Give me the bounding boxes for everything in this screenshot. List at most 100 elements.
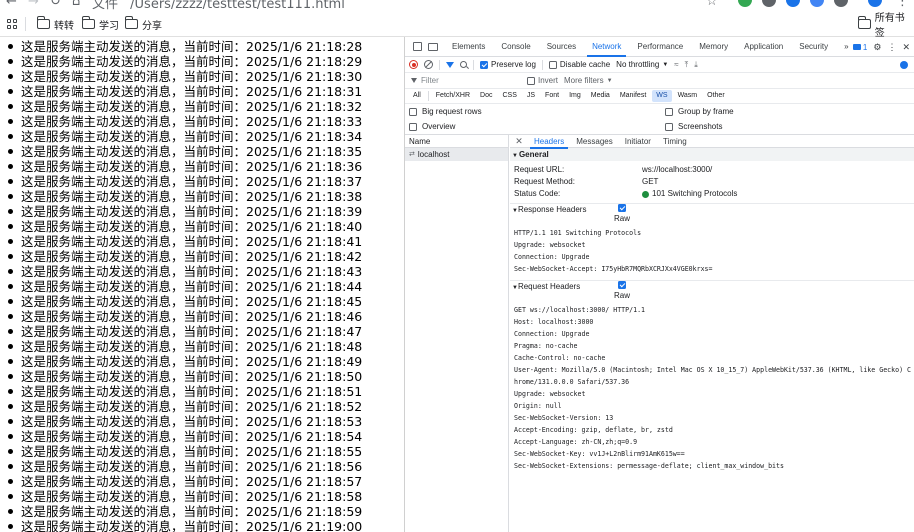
big-request-rows-label: Big request rows [422,107,482,116]
type-filter-doc[interactable]: Doc [476,90,496,102]
browser-menu-icon[interactable]: ⋮ [896,0,909,9]
bookmark-folder-share[interactable]: 分享 [124,16,162,32]
preserve-log-checkbox[interactable]: Preserve log [480,60,536,69]
type-filter-css[interactable]: CSS [498,90,520,102]
device-toolbar-icon[interactable] [428,42,438,51]
status-code-label: Status Code: [514,189,561,198]
devtools-actions: 1 ⚙ ⋮ ✕ [852,37,910,57]
bookmark-folder-study[interactable]: 学习 [81,16,119,32]
network-conditions-icon[interactable]: ≈ [674,60,678,69]
message-item: 这是服务端主动发送的消息，当前时间：2025/1/6 21:19:00 [0,519,404,532]
bookmark-label: 分享 [142,20,162,32]
bookmark-label: 转转 [54,20,74,32]
folder-icon [857,16,871,29]
record-icon[interactable] [409,60,418,69]
type-filter-ws[interactable]: WS [652,90,672,102]
request-raw-toggle[interactable]: Raw [614,281,630,300]
back-icon[interactable]: ← [6,0,17,9]
extension-blue-icon[interactable] [786,0,800,7]
settings-gear-icon[interactable]: ⚙ [873,42,881,53]
devtools-tab-elements[interactable]: Elements [444,37,493,57]
extensions-puzzle-icon[interactable] [834,0,848,7]
message-text: 这是服务端主动发送的消息，当前时间：2025/1/6 21:18:47 [21,324,363,339]
import-har-icon[interactable]: ⤒ [685,60,689,70]
issues-badge[interactable]: 1 [852,43,867,52]
bookmark-folder-zhuanzhuan[interactable]: 转转 [36,16,74,32]
checkbox-unchecked [409,122,417,131]
message-item: 这是服务端主动发送的消息，当前时间：2025/1/6 21:18:44 [0,279,404,294]
apps-grid-icon[interactable] [7,16,17,32]
filter-toggle-icon[interactable] [446,61,454,68]
inspect-element-icon[interactable] [413,42,422,51]
clear-icon[interactable] [424,60,433,69]
checkbox-unchecked [665,107,673,116]
response-headers-header[interactable]: ▼Response Headers Raw [510,203,914,227]
header-line: Cache-Control: no-cache [514,354,606,362]
type-filter-media[interactable]: Media [587,90,614,102]
close-detail-icon[interactable]: ✕ [510,136,528,147]
bullet-icon [8,44,13,49]
throttling-select[interactable]: No throttling ▼ [616,60,668,69]
message-text: 这是服务端主动发送的消息，当前时间：2025/1/6 21:19:00 [21,519,363,532]
type-filter-img[interactable]: Img [565,90,585,102]
bullet-icon [8,299,13,304]
devtools-menu-icon[interactable]: ⋮ [887,42,896,53]
filter-input[interactable]: Filter [411,76,521,85]
general-section-header[interactable]: ▼General [510,148,914,161]
disable-cache-checkbox[interactable]: Disable cache [548,60,610,69]
extension-diamond-icon[interactable] [810,0,824,7]
extension-green-icon[interactable] [738,0,752,7]
devtools-tab-security[interactable]: Security [791,37,836,57]
name-column-header[interactable]: Name [405,135,508,148]
invert-checkbox[interactable]: Invert [527,76,558,85]
type-filter-js[interactable]: JS [523,90,539,102]
detail-tab-messages[interactable]: Messages [570,135,618,148]
page-content: 这是服务端主动发送的消息，当前时间：2025/1/6 21:18:28 这是服务端… [0,37,404,532]
bullet-icon [8,149,13,154]
home-icon[interactable]: ⌂ [72,0,80,9]
devtools-tab-application[interactable]: Application [736,37,791,57]
request-url-row: Request URL: ws://localhost:3000/ [510,164,914,176]
search-icon[interactable] [460,61,467,68]
type-filter-font[interactable]: Font [541,90,563,102]
extension-gray-icon[interactable] [762,0,776,7]
devtools-tab-performance[interactable]: Performance [629,37,691,57]
bookmark-star-icon[interactable]: ☆ [706,0,718,9]
detail-tab-timing[interactable]: Timing [657,135,693,148]
group-by-frame-checkbox[interactable]: Group by frame [665,107,734,116]
status-code-value: 101 Switching Protocols [642,188,737,200]
all-bookmarks-button[interactable]: 所有书签 [857,13,914,39]
address-bar[interactable]: 文件 /Users/zzzz/testtest/test111.html [92,0,345,11]
big-request-rows-checkbox[interactable]: Big request rows [409,107,482,116]
type-filter-all[interactable]: All [409,90,425,102]
message-text: 这是服务端主动发送的消息，当前时间：2025/1/6 21:18:56 [21,459,363,474]
reload-icon[interactable]: ↻ [50,0,61,9]
devtools-tab-console[interactable]: Console [493,37,538,57]
network-settings-icon[interactable] [900,60,908,69]
message-item: 这是服务端主动发送的消息，当前时间：2025/1/6 21:18:35 [0,144,404,159]
request-headers-header[interactable]: ▼Request Headers Raw [510,280,914,304]
folder-icon [124,16,138,29]
response-headers-title: ▼Response Headers [512,205,587,214]
type-filter-wasm[interactable]: Wasm [674,90,702,102]
message-text: 这是服务端主动发送的消息，当前时间：2025/1/6 21:18:32 [21,99,363,114]
message-text: 这是服务端主动发送的消息，当前时间：2025/1/6 21:18:43 [21,264,363,279]
request-row[interactable]: ⇄ localhost [405,148,508,161]
overview-checkbox[interactable]: Overview [409,122,455,131]
devtools-tab-memory[interactable]: Memory [691,37,736,57]
detail-tab-initiator[interactable]: Initiator [619,135,657,148]
response-raw-toggle[interactable]: Raw [614,204,630,223]
more-filters-dropdown[interactable]: More filters ▼ [564,76,613,85]
close-devtools-icon[interactable]: ✕ [902,42,910,53]
type-filter-manifest[interactable]: Manifest [616,90,650,102]
export-har-icon[interactable]: ⤓ [694,60,698,70]
type-filter-other[interactable]: Other [703,90,729,102]
devtools-tab-sources[interactable]: Sources [539,37,584,57]
detail-tab-headers[interactable]: Headers [528,135,570,149]
profile-avatar[interactable] [868,0,882,7]
type-filter-fetch-xhr[interactable]: Fetch/XHR [432,90,474,102]
toolbar-divider [473,59,474,70]
screenshots-checkbox[interactable]: Screenshots [665,122,722,131]
forward-icon[interactable]: → [28,0,39,9]
devtools-tab-network[interactable]: Network [584,37,629,57]
